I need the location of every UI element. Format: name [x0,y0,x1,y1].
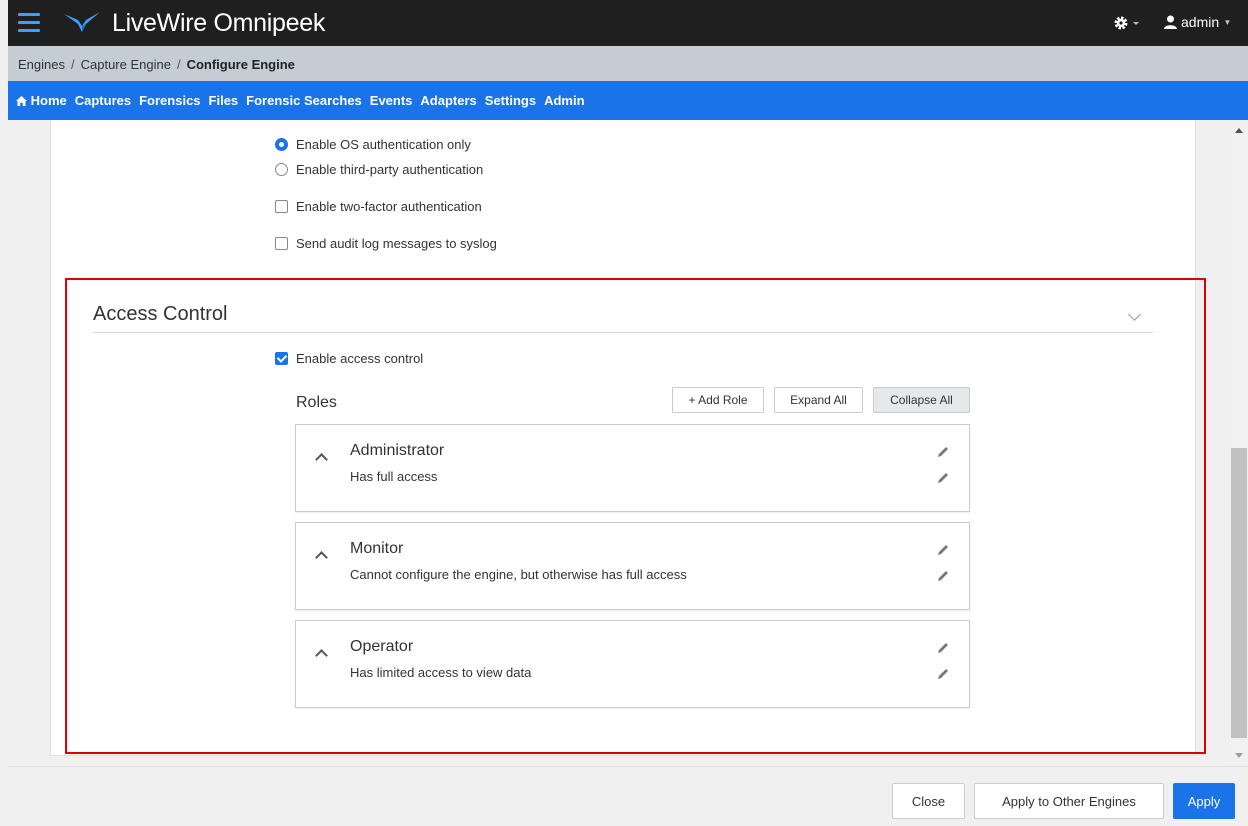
role-name: Operator [350,638,414,655]
settings-menu[interactable] [1113,13,1143,33]
os-auth-option: Enable OS authentication only [275,137,471,152]
syslog-option: Send audit log messages to syslog [275,236,497,251]
breadcrumb-current: Configure Engine [186,57,295,72]
edit-description-pencil-icon[interactable] [936,667,950,681]
user-menu[interactable]: admin ▾ [1164,14,1230,30]
bird-logo-icon [64,12,100,32]
two-factor-label: Enable two-factor authentication [296,199,482,214]
edit-name-pencil-icon[interactable] [936,641,950,655]
role-name: Administrator [350,442,445,459]
two-factor-checkbox[interactable] [275,200,288,213]
nav-forensics[interactable]: Forensics [139,93,200,108]
breadcrumb-capture-engine[interactable]: Capture Engine [81,57,171,72]
close-button[interactable]: Close [892,783,965,819]
collapse-all-button[interactable]: Collapse All [873,387,970,413]
third-party-auth-radio[interactable] [275,163,288,176]
nav-admin[interactable]: Admin [544,93,584,108]
hamburger-menu-icon[interactable] [18,13,40,33]
os-auth-radio[interactable] [275,138,288,151]
third-party-auth-option: Enable third-party authentication [275,162,483,177]
nav-events[interactable]: Events [370,93,413,108]
settings-panel: Enable OS authentication only Enable thi… [50,120,1196,756]
roles-title: Roles [296,394,337,411]
nav-captures[interactable]: Captures [75,93,131,108]
chevron-up-icon[interactable] [315,649,328,662]
nav-settings[interactable]: Settings [485,93,536,108]
main-nav: Home Captures Forensics Files Forensic S… [8,81,1248,120]
access-control-title: Access Control [93,303,228,325]
role-name: Monitor [350,540,404,557]
section-divider [93,332,1153,333]
nav-home[interactable]: Home [16,93,67,108]
os-auth-label: Enable OS authentication only [296,137,471,152]
chevron-up-icon[interactable] [315,551,328,564]
syslog-checkbox[interactable] [275,237,288,250]
footer-actions: Close Apply to Other Engines Apply [8,766,1248,826]
home-icon [16,96,27,106]
third-party-auth-label: Enable third-party authentication [296,162,484,177]
app-title: LiveWire Omnipeek [112,9,326,37]
chevron-up-icon[interactable] [315,453,328,466]
user-name: admin [1181,14,1220,30]
gear-icon [1114,16,1139,30]
breadcrumb: Engines / Capture Engine / Configure Engine [8,46,1248,81]
chevron-down-icon: ▾ [1225,16,1230,27]
nav-forensic-searches[interactable]: Forensic Searches [246,93,362,108]
role-card-monitor: Monitor Cannot configure the engine, but… [295,522,970,610]
access-control-checkbox[interactable] [275,352,288,365]
breadcrumb-engines[interactable]: Engines [18,57,65,72]
nav-home-label: Home [30,93,67,108]
expand-all-button[interactable]: Expand All [774,387,863,413]
scroll-thumb[interactable] [1231,448,1247,738]
main-content: Enable OS authentication only Enable thi… [8,120,1238,766]
access-control-option: Enable access control [275,351,423,366]
edit-name-pencil-icon[interactable] [936,543,950,557]
role-card-administrator: Administrator Has full access [295,424,970,512]
access-control-label: Enable access control [296,351,424,366]
apply-to-other-engines-button[interactable]: Apply to Other Engines [974,783,1164,819]
user-icon [1164,15,1177,29]
scroll-up-arrow-icon[interactable] [1235,128,1243,133]
edit-name-pencil-icon[interactable] [936,445,950,459]
nav-files[interactable]: Files [209,93,239,108]
app-header: LiveWire Omnipeek admin ▾ [8,0,1248,46]
role-description: Has limited access to view data [350,665,532,680]
vertical-scrollbar[interactable] [1230,120,1248,766]
add-role-button[interactable]: + Add Role [672,387,764,413]
nav-adapters[interactable]: Adapters [420,93,476,108]
syslog-label: Send audit log messages to syslog [296,236,497,251]
role-description: Has full access [350,469,438,484]
scroll-down-arrow-icon[interactable] [1235,753,1243,758]
two-factor-option: Enable two-factor authentication [275,199,482,214]
edit-description-pencil-icon[interactable] [936,471,950,485]
chevron-down-icon[interactable] [1128,308,1141,321]
role-description: Cannot configure the engine, but otherwi… [350,567,687,582]
role-card-operator: Operator Has limited access to view data [295,620,970,708]
apply-button[interactable]: Apply [1173,783,1235,819]
edit-description-pencil-icon[interactable] [936,569,950,583]
